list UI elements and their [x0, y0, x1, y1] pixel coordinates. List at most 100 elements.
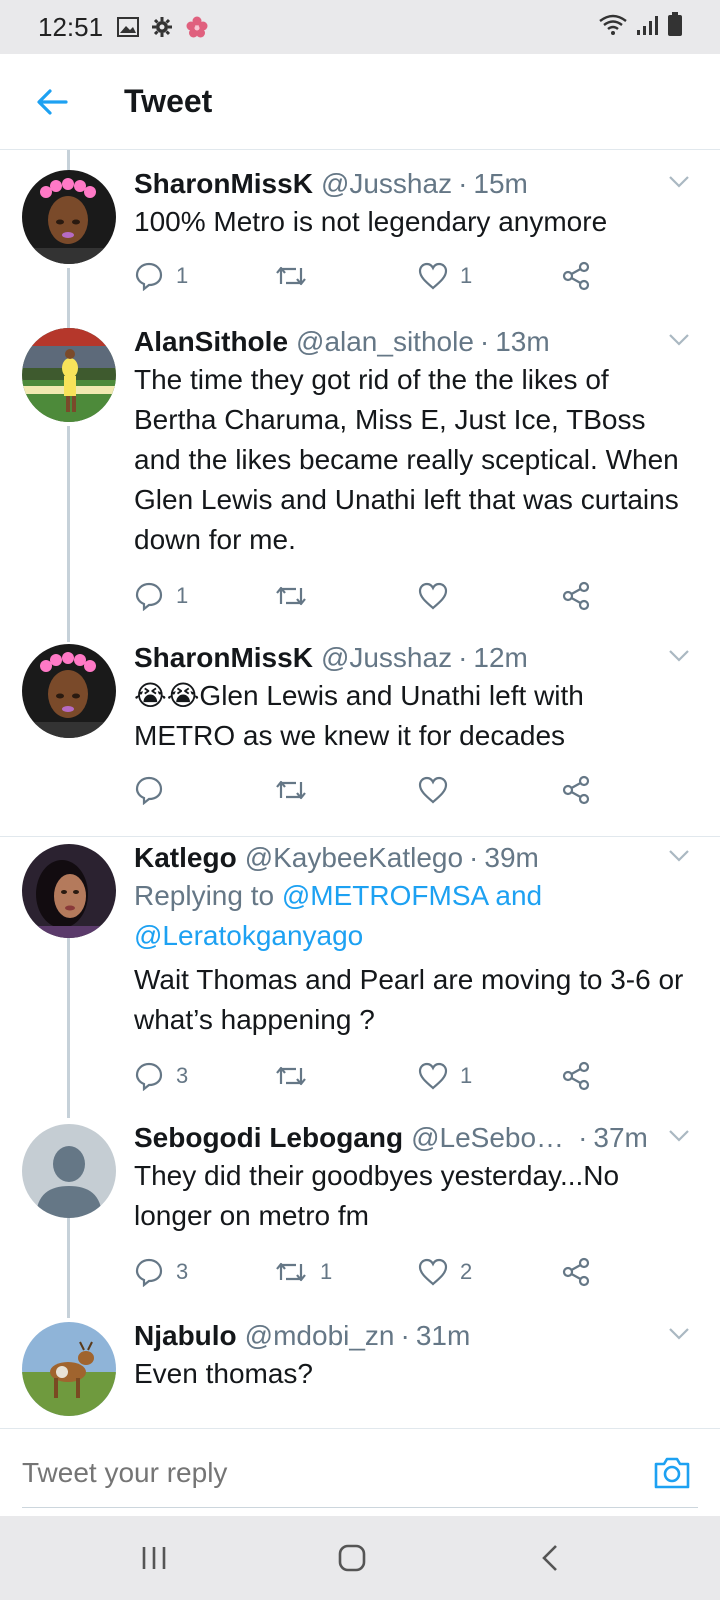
like-button[interactable]: 1 — [418, 1056, 472, 1096]
tweet-actions — [134, 770, 692, 810]
tweet-header: AlanSithole @alan_sithole · 13m — [134, 324, 692, 360]
heart-icon — [418, 582, 448, 610]
heart-icon — [418, 1258, 448, 1286]
like-button[interactable]: 2 — [418, 1252, 472, 1292]
retweet-icon — [276, 1066, 306, 1086]
share-icon — [562, 581, 590, 611]
home-icon — [338, 1544, 366, 1572]
display-name[interactable]: SharonMissK — [134, 640, 313, 676]
retweet-button[interactable] — [274, 576, 320, 616]
retweet-icon — [276, 586, 306, 606]
reply-count: 1 — [176, 583, 189, 608]
avatar[interactable] — [22, 328, 116, 422]
display-name[interactable]: Njabulo — [134, 1318, 237, 1354]
reply-icon — [135, 776, 163, 805]
chevron-down-icon[interactable] — [666, 842, 692, 868]
thread-connector — [67, 150, 70, 170]
reply-input[interactable] — [22, 1443, 498, 1503]
reply-input-underline — [22, 1507, 698, 1508]
tweet[interactable]: SharonMissK @Jusshaz · 15m 100% Metro is… — [0, 168, 720, 310]
separator-dot: · — [469, 842, 479, 873]
retweet-button[interactable]: 1 — [274, 1252, 332, 1292]
retweet-count: 1 — [320, 1259, 333, 1284]
default-avatar[interactable] — [22, 1124, 116, 1218]
home-button[interactable] — [332, 1538, 372, 1578]
camera-icon — [654, 1457, 690, 1489]
display-name[interactable]: SharonMissK — [134, 166, 313, 202]
tweet-thread: SharonMissK @Jusshaz · 15m 100% Metro is… — [0, 150, 720, 1428]
retweet-icon — [276, 780, 306, 800]
timestamp: 37m — [593, 1122, 648, 1153]
recent-apps-button[interactable] — [134, 1538, 174, 1578]
share-button[interactable] — [562, 256, 592, 296]
gallery-icon — [117, 17, 140, 37]
username[interactable]: @LeSebo… — [411, 1120, 564, 1156]
retweet-icon — [276, 266, 306, 286]
tweet[interactable]: AlanSithole @alan_sithole · 13m The time… — [0, 326, 720, 628]
tweet-text: 😭😭Glen Lewis and Unathi left with METRO … — [134, 680, 584, 751]
avatar[interactable] — [22, 170, 116, 264]
tweet-text: 100% Metro is not legendary anymore — [134, 206, 608, 237]
chevron-down-icon[interactable] — [666, 1320, 692, 1346]
back-nav-button[interactable] — [530, 1538, 570, 1578]
username[interactable]: @alan_sithole — [296, 324, 474, 360]
share-button[interactable] — [562, 1252, 592, 1292]
tweet-text: They did their goodbyes yesterday...No l… — [134, 1160, 620, 1231]
reply-icon — [135, 262, 163, 291]
reply-button[interactable]: 1 — [134, 256, 188, 296]
share-icon — [562, 775, 590, 805]
like-count: 1 — [460, 1063, 473, 1088]
username[interactable]: @mdobi_zn — [245, 1318, 395, 1354]
tweet[interactable]: SharonMissK @Jusshaz · 12m 😭😭Glen Lewis … — [0, 642, 720, 814]
avatar[interactable] — [22, 844, 116, 938]
display-name[interactable]: Katlego — [134, 840, 237, 876]
timestamp: 12m — [473, 642, 528, 673]
chevron-down-icon[interactable] — [666, 642, 692, 668]
separator-dot: · — [479, 326, 490, 357]
chevron-down-icon[interactable] — [666, 1122, 692, 1148]
tweet-text: Even thomas? — [134, 1358, 313, 1389]
heart-icon — [418, 776, 448, 804]
reply-button[interactable]: 3 — [134, 1056, 188, 1096]
tweet-actions: 3 1 2 — [134, 1252, 692, 1292]
like-count: 1 — [460, 263, 473, 288]
chevron-down-icon[interactable] — [666, 168, 692, 194]
display-name[interactable]: AlanSithole — [134, 324, 288, 360]
separator-dot: · — [458, 642, 468, 673]
camera-button[interactable] — [652, 1453, 692, 1493]
reply-button[interactable] — [134, 770, 176, 810]
share-button[interactable] — [562, 1056, 592, 1096]
gear-icon — [151, 16, 173, 38]
like-button[interactable] — [418, 576, 460, 616]
heart-icon — [418, 1062, 448, 1090]
tweet[interactable]: Sebogodi Lebogang @LeSebo… · 37m They di… — [0, 1122, 720, 1304]
like-button[interactable]: 1 — [418, 256, 472, 296]
back-arrow-icon — [37, 88, 68, 115]
retweet-button[interactable] — [274, 1056, 320, 1096]
separator-dot: · — [578, 1122, 588, 1153]
tweet[interactable]: Katlego @KaybeeKatlego · 39m Replying to… — [0, 842, 720, 1114]
separator-dot: · — [458, 168, 468, 199]
display-name[interactable]: Sebogodi Lebogang — [134, 1120, 403, 1156]
replying-to: Replying to @METROFMSA and @Leratokganya… — [134, 876, 692, 956]
retweet-button[interactable] — [274, 770, 320, 810]
share-button[interactable] — [562, 770, 592, 810]
status-bar: 12:51 — [0, 0, 720, 54]
avatar[interactable] — [22, 1322, 116, 1416]
tweet-header: Njabulo @mdobi_zn · 31m — [134, 1318, 692, 1354]
username[interactable]: @Jusshaz — [321, 640, 452, 676]
reply-button[interactable]: 1 — [134, 576, 188, 616]
tweet-header: SharonMissK @Jusshaz · 15m — [134, 166, 692, 202]
back-button[interactable] — [32, 82, 72, 122]
tweet[interactable]: Njabulo @mdobi_zn · 31m Even thomas? — [0, 1320, 720, 1428]
retweet-icon — [276, 1262, 306, 1282]
chevron-down-icon[interactable] — [666, 326, 692, 352]
reply-count: 3 — [176, 1063, 189, 1088]
username[interactable]: @Jusshaz — [321, 166, 452, 202]
retweet-button[interactable] — [274, 256, 320, 296]
avatar[interactable] — [22, 644, 116, 738]
reply-button[interactable]: 3 — [134, 1252, 188, 1292]
username[interactable]: @KaybeeKatlego — [245, 840, 463, 876]
share-button[interactable] — [562, 576, 592, 616]
like-button[interactable] — [418, 770, 460, 810]
